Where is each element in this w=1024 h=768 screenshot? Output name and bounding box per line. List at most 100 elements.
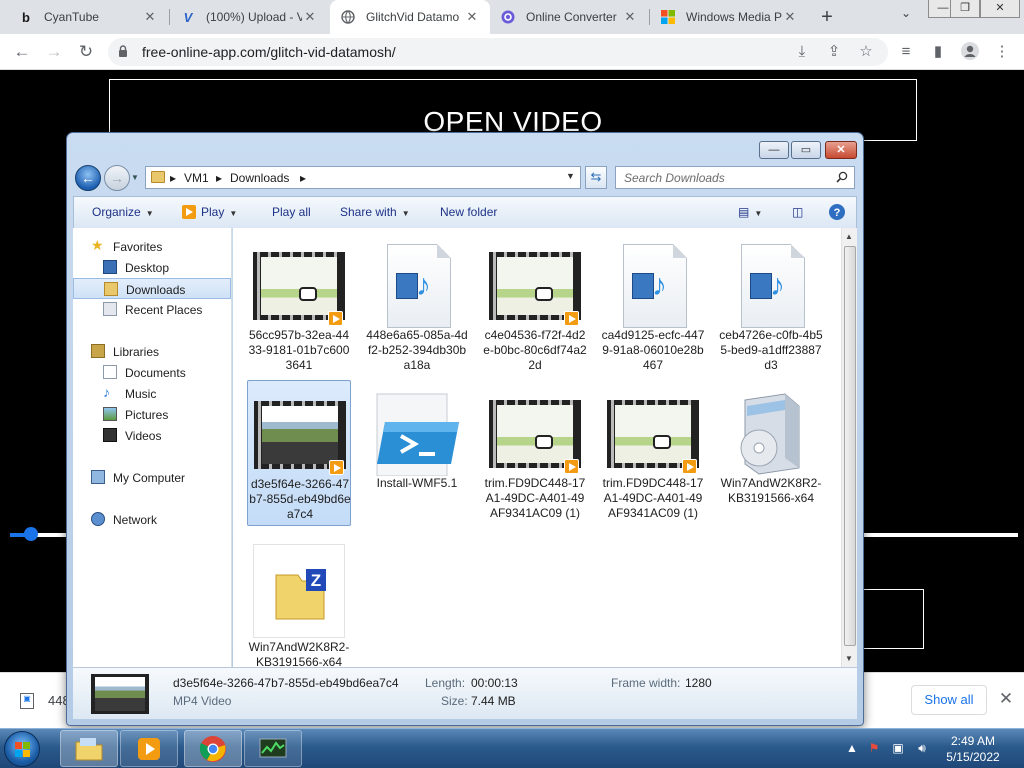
tab-close-icon[interactable]: ✕ (464, 9, 480, 25)
nav-recent-places[interactable]: Recent Places (73, 299, 231, 320)
clock[interactable]: 2:49 AM 5/15/2022 (938, 733, 1008, 765)
file-item[interactable]: Install-WMF5.1 (365, 380, 469, 526)
install-app-icon[interactable]: ⤓ (792, 42, 812, 62)
nav-libraries[interactable]: Libraries (73, 341, 231, 362)
show-all-button[interactable]: Show all (911, 685, 987, 715)
dialog-close-button[interactable]: ✕ (825, 141, 857, 159)
file-item-selected[interactable]: d3e5f64e-3266-47b7-855d-eb49bd6ea7c4 (247, 380, 351, 526)
file-item[interactable]: ♪ 448e6a65-085a-4df2-b252-394db30ba18a (365, 232, 469, 378)
breadcrumb-downloads[interactable]: Downloads (230, 171, 289, 185)
recent-pages-chevron-icon[interactable]: ▼ (131, 173, 139, 182)
nav-network[interactable]: Network (73, 509, 231, 530)
close-shelf-icon[interactable]: ✕ (996, 689, 1016, 709)
restore-window-button[interactable]: ❐ (950, 0, 980, 18)
breadcrumb-separator[interactable]: ▸ (170, 171, 176, 185)
breadcrumb-separator[interactable]: ▸ (300, 171, 306, 185)
more-menu-icon[interactable]: ⋮ (992, 42, 1012, 62)
file-name: Install-WMF5.1 (376, 476, 458, 490)
nav-documents[interactable]: Documents (73, 362, 231, 383)
volume-icon[interactable]: 🔊︎ (914, 741, 930, 757)
tab-title: CyanTube (44, 10, 99, 24)
tab-close-icon[interactable]: ✕ (622, 9, 638, 25)
share-icon[interactable]: ⇪ (824, 42, 844, 62)
side-panel-icon[interactable]: ▮ (928, 42, 948, 62)
navigation-pane: ★ Favorites Desktop Downloads Recent Plac… (73, 228, 232, 667)
taskbar-chrome-button[interactable] (184, 730, 242, 767)
video-thumbnail (489, 244, 581, 326)
dialog-minimize-button[interactable]: — (759, 141, 789, 159)
network-tray-icon[interactable]: ▣ (890, 741, 906, 757)
play-label: Play (201, 205, 225, 219)
profile-avatar-icon[interactable] (960, 42, 980, 62)
reload-icon[interactable]: ↻ (74, 40, 98, 64)
file-item[interactable]: trim.FD9DC448-17A1-49DC-A401-49AF9341AC0… (601, 380, 705, 526)
desktop-icon (103, 260, 117, 274)
file-name: 56cc957b-32ea-4433-9181-01b7c6003641 (248, 328, 350, 372)
nav-videos[interactable]: Videos (73, 425, 231, 446)
play-button[interactable]: Play ▼ (182, 205, 237, 219)
taskbar-media-player-button[interactable] (120, 730, 178, 767)
nav-pictures[interactable]: Pictures (73, 404, 231, 425)
folder-icon (151, 171, 165, 183)
tab-upload[interactable]: V (100%) Upload - V ✕ (170, 0, 328, 34)
download-file-icon[interactable]: ▣ (20, 693, 34, 709)
refresh-icon[interactable]: ⇆ (585, 166, 607, 189)
file-item[interactable]: c4e04536-f72f-4d2e-b0bc-80c6df74a22d (483, 232, 587, 378)
explorer-forward-icon[interactable]: → (104, 165, 130, 191)
help-icon[interactable]: ? (828, 203, 846, 224)
new-folder-button[interactable]: New folder (440, 205, 497, 219)
nav-downloads[interactable]: Downloads (73, 278, 231, 299)
scroll-down-icon[interactable]: ▼ (845, 654, 853, 663)
change-view-icon[interactable]: ▤ ▼ (738, 205, 762, 219)
dialog-maximize-button[interactable]: ▭ (791, 141, 821, 159)
file-item[interactable]: ♪ ceb4726e-c0fb-4b55-bed9-a1dff23887d3 (719, 232, 823, 378)
seek-slider-handle[interactable] (24, 527, 38, 541)
seek-slider-track-right[interactable] (862, 533, 1018, 537)
nav-music[interactable]: ♪ Music (73, 383, 231, 404)
address-dropdown-icon[interactable]: ▼ (566, 171, 575, 181)
new-tab-button[interactable]: + (814, 4, 840, 30)
tab-close-icon[interactable]: ✕ (782, 9, 798, 25)
back-arrow-icon[interactable]: ← (10, 40, 34, 64)
scrollbar-thumb[interactable] (844, 246, 856, 646)
address-bar[interactable]: free-online-app.com/glitch-vid-datamosh/ (108, 38, 888, 66)
tab-close-icon[interactable]: ✕ (142, 9, 158, 25)
close-window-button[interactable]: ✕ (980, 0, 1020, 18)
nav-my-computer[interactable]: My Computer (73, 467, 231, 488)
tab-glitchvid[interactable]: GlitchVid Datamo ✕ (330, 0, 490, 34)
explorer-back-icon[interactable]: ← (75, 165, 101, 191)
file-item[interactable]: ♪ ca4d9125-ecfc-4479-91a8-06010e28b467 (601, 232, 705, 378)
tab-online-converter[interactable]: Online Converter ✕ (490, 0, 648, 34)
breadcrumb-vm1[interactable]: VM1 (184, 171, 209, 185)
forward-arrow-icon[interactable]: → (42, 40, 66, 64)
scroll-up-icon[interactable]: ▲ (845, 232, 853, 241)
start-button[interactable] (4, 731, 40, 767)
tab-close-icon[interactable]: ✕ (302, 9, 318, 25)
breadcrumb-separator[interactable]: ▸ (216, 171, 222, 185)
preview-pane-icon[interactable]: ◫ (792, 205, 803, 219)
seek-slider-track[interactable] (10, 533, 68, 537)
media-control-icon[interactable]: ≡ (896, 42, 916, 62)
bookmark-star-icon[interactable]: ☆ (856, 42, 876, 62)
nav-desktop[interactable]: Desktop (73, 257, 231, 278)
action-center-flag-icon[interactable]: ⚑ (866, 741, 882, 757)
vertical-scrollbar[interactable]: ▲ ▼ (841, 228, 857, 667)
taskbar-task-manager-button[interactable] (244, 730, 302, 767)
file-item[interactable]: 56cc957b-32ea-4433-9181-01b7c6003641 (247, 232, 351, 378)
search-icon[interactable] (836, 171, 848, 183)
nav-label: Pictures (125, 408, 169, 422)
explorer-address-bar[interactable]: ▸ VM1 ▸ Downloads ▸ ▼ (145, 166, 581, 189)
nav-favorites[interactable]: ★ Favorites (73, 236, 231, 257)
play-all-button[interactable]: Play all (272, 205, 311, 219)
organize-button[interactable]: Organize ▼ (92, 205, 154, 219)
tab-windows-media[interactable]: Windows Media P ✕ (650, 0, 808, 34)
share-with-button[interactable]: Share with ▼ (340, 205, 410, 219)
tab-cyantube[interactable]: b CyanTube ✕ (8, 0, 168, 34)
file-item[interactable]: Z Win7AndW2K8R2-KB3191566-x64 (247, 544, 351, 667)
file-item[interactable]: Win7AndW2K8R2-KB3191566-x64 (719, 380, 823, 526)
tab-search-chevron-icon[interactable]: ⌄ (896, 6, 916, 20)
show-hidden-icons-icon[interactable]: ▲ (844, 741, 860, 757)
file-item[interactable]: trim.FD9DC448-17A1-49DC-A401-49AF9341AC0… (483, 380, 587, 526)
search-downloads-input[interactable]: Search Downloads (615, 166, 855, 189)
taskbar-explorer-button[interactable] (60, 730, 118, 767)
